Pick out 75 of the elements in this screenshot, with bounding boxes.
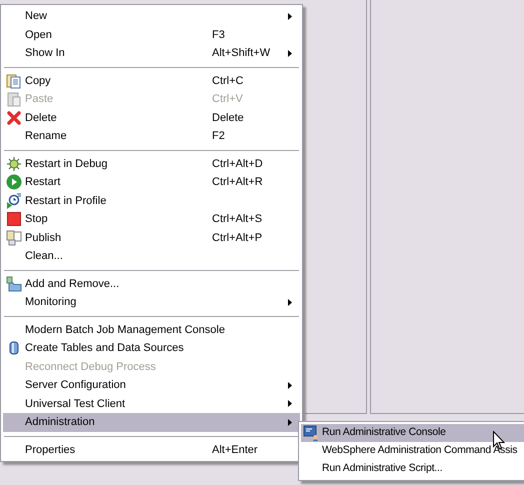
menu-item-label: Restart in Debug	[25, 156, 109, 172]
menu-item[interactable]: Server Configuration	[3, 376, 300, 394]
menu-item[interactable]: Administration	[3, 413, 300, 432]
copy-icon	[6, 72, 22, 89]
menu-item[interactable]: Copy Ctrl+C	[3, 72, 300, 90]
play-icon	[6, 174, 22, 190]
menu-item[interactable]: Properties Alt+Enter	[3, 440, 300, 459]
bug-icon	[6, 156, 22, 172]
menu-item[interactable]: Restart in Profile	[3, 192, 300, 210]
folder-icon	[6, 276, 22, 292]
menu-item-label: Delete	[25, 110, 58, 126]
menu-item-label: Reconnect Debug Process	[25, 360, 157, 374]
menu-item[interactable]: Run Administrative Script...	[301, 460, 524, 478]
shortcut-label: Delete	[212, 110, 245, 126]
shortcut-label: Ctrl+Alt+R	[212, 175, 264, 190]
shortcut-label: Ctrl+V	[212, 92, 244, 107]
menu-item-label: Restart in Profile	[25, 194, 108, 208]
menu-item-label: Modern Batch Job Management Console	[25, 322, 226, 338]
menu-item[interactable]: New	[3, 7, 300, 26]
menu-item[interactable]: Modern Batch Job Management Console	[3, 320, 300, 339]
menu-item[interactable]: Clean...	[3, 247, 300, 266]
shortcut-label: Alt+Enter	[212, 442, 259, 458]
menu-item-label: Restart	[25, 175, 62, 190]
menu-item-label: Clean...	[25, 249, 64, 264]
menu-item-label: Copy	[25, 74, 52, 88]
shortcut-label: Alt+Shift+W	[212, 46, 272, 61]
monitor-icon	[303, 425, 319, 441]
menu-item[interactable]: Rename F2	[3, 127, 300, 146]
clipboard-icon	[6, 91, 22, 108]
menu-item[interactable]: Monitoring	[3, 293, 300, 312]
menu-item-label: Run Administrative Console	[322, 425, 446, 440]
delete-icon	[6, 110, 22, 126]
documents-icon	[6, 230, 22, 246]
menu-item-label: Paste	[25, 92, 54, 107]
submenu-arrow-icon	[288, 298, 292, 306]
menu-item-label: Properties	[25, 442, 76, 458]
menu-item-label: Run Administrative Script...	[322, 461, 442, 476]
menu-item-label: New	[25, 9, 48, 24]
menu-item-label: Stop	[25, 212, 49, 227]
menu-item[interactable]: Restart in Debug Ctrl+Alt+D	[3, 154, 300, 173]
submenu-arrow-icon	[288, 400, 292, 408]
menu-item[interactable]: Open F3	[3, 26, 300, 44]
menu-item-label: WebSphere Administration Command Assis	[322, 443, 518, 458]
menu-item[interactable]: Create Tables and Data Sources	[3, 339, 300, 358]
shortcut-label: F2	[212, 129, 226, 144]
shortcut-label: Ctrl+Alt+D	[212, 156, 264, 172]
menu-item[interactable]: Add and Remove...	[3, 274, 300, 293]
menu-item[interactable]: Run Administrative Console	[301, 424, 524, 442]
menu-item-label: Universal Test Client	[25, 396, 126, 412]
submenu-arrow-icon	[288, 50, 292, 57]
menu-item[interactable]: Stop Ctrl+Alt+S	[3, 210, 300, 228]
shortcut-label: F3	[212, 28, 226, 42]
menu-item[interactable]: Show In Alt+Shift+W	[3, 44, 300, 62]
stopwatch-icon	[6, 192, 22, 209]
menu-item[interactable]: Publish Ctrl+Alt+P	[3, 228, 300, 247]
menu-item-label: Server Configuration	[25, 378, 127, 393]
menu-item[interactable]: Delete Delete	[3, 108, 300, 127]
menu-item-label: Administration	[25, 415, 96, 430]
menu-item[interactable]: Universal Test Client	[3, 394, 300, 413]
stop-icon	[6, 211, 22, 228]
shortcut-label: Ctrl+Alt+P	[212, 230, 264, 246]
submenu-arrow-icon	[288, 12, 292, 20]
shortcut-label: Ctrl+C	[212, 74, 244, 88]
menu-item-label: Create Tables and Data Sources	[25, 341, 185, 356]
menu-item-label: Show In	[25, 46, 66, 61]
menu-item[interactable]: WebSphere Administration Command Assis	[301, 442, 524, 460]
menu-item-label: Rename	[25, 129, 68, 144]
menu-item-label: Monitoring	[25, 295, 78, 310]
menu-item[interactable]: Restart Ctrl+Alt+R	[3, 173, 300, 192]
submenu-arrow-icon	[288, 382, 292, 389]
shortcut-label: Ctrl+Alt+S	[212, 212, 264, 227]
menu-item-label: Open	[25, 28, 53, 42]
menu-item-label: Add and Remove...	[25, 276, 120, 292]
submenu-arrow-icon	[288, 418, 292, 426]
menu-item-label: Publish	[25, 230, 62, 246]
